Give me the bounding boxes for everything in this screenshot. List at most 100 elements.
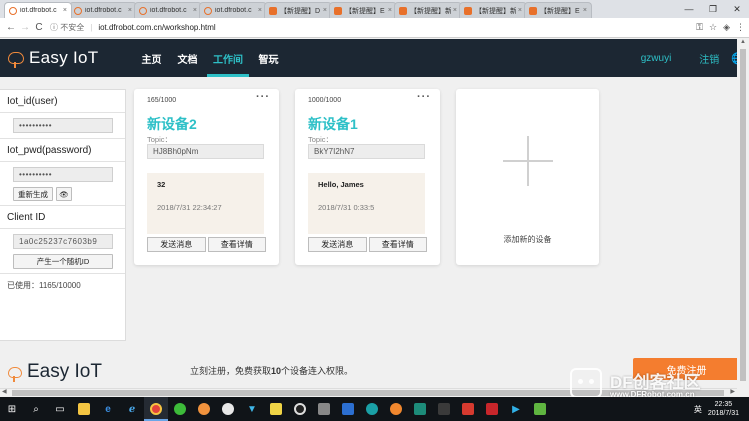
iot-id-section: Iot_id(user) •••••••••• (0, 90, 125, 139)
app-dark-icon[interactable] (432, 397, 456, 421)
minimize-icon[interactable]: — (677, 0, 701, 18)
nav-home[interactable]: 主页 (135, 39, 168, 77)
app-green-icon[interactable] (528, 397, 552, 421)
more-options-icon[interactable]: ··· (256, 91, 270, 103)
last-message-text: Hello, James (318, 180, 364, 189)
nav-smartplay[interactable]: 智玩 (252, 39, 285, 77)
app-gray-icon[interactable] (312, 397, 336, 421)
edge-icon[interactable]: e (96, 397, 120, 421)
send-message-button[interactable]: 发送消息 (147, 237, 206, 252)
windows-start-icon[interactable]: ⊞ (0, 397, 24, 421)
eye-icon[interactable]: 👁 (56, 187, 72, 201)
send-message-button[interactable]: 发送消息 (308, 237, 367, 252)
vertical-scroll-thumb[interactable] (740, 49, 746, 381)
browser-tab-3[interactable]: iot.dfrobot.c × (199, 2, 267, 18)
site-logo[interactable]: Easy IoT (8, 48, 123, 68)
dfrobot-icon (334, 6, 342, 15)
promo-text-post: 个设备连入权限。 (281, 366, 354, 376)
chrome-icon[interactable] (144, 397, 168, 421)
scroll-up-icon[interactable]: ▲ (740, 39, 746, 45)
view-details-button[interactable]: 查看详情 (207, 237, 266, 252)
menu-icon[interactable]: ⋮ (736, 22, 745, 33)
add-device-card[interactable]: 添加新的设备 (456, 89, 599, 265)
tab-close-icon[interactable]: × (128, 7, 132, 14)
last-message-time: 2018/7/31 22:34:27 (157, 203, 222, 212)
qq-icon[interactable] (288, 397, 312, 421)
tab-close-icon[interactable]: × (583, 7, 587, 14)
vertical-scrollbar[interactable]: ▲ (737, 39, 749, 397)
tab-close-icon[interactable]: × (63, 7, 67, 14)
app-fox-icon[interactable] (192, 397, 216, 421)
media-icon[interactable]: ▶ (504, 397, 528, 421)
app-red-icon[interactable] (480, 397, 504, 421)
ime-indicator[interactable]: 英 (694, 404, 702, 415)
browser-tab-5[interactable]: 【新提醒】E × (329, 2, 397, 18)
reload-icon[interactable]: C (32, 22, 46, 33)
tab-label: 【新提醒】E (540, 7, 580, 15)
extension-icon[interactable]: ◈ (723, 22, 730, 33)
browser-tab-2[interactable]: iot.dfrobot.c × (134, 2, 202, 18)
star-icon[interactable]: ☆ (709, 22, 717, 33)
tab-close-icon[interactable]: × (258, 7, 262, 14)
pwd-actions: 重新生成 👁 (13, 187, 118, 201)
view-details-button[interactable]: 查看详情 (368, 237, 427, 252)
client-id-section: Client ID 1a0c25237c7603b9 产生一个随机ID 已使用：… (0, 206, 125, 291)
tab-close-icon[interactable]: × (453, 7, 457, 14)
close-window-icon[interactable]: ✕ (725, 0, 749, 18)
regenerate-button[interactable]: 重新生成 (13, 187, 53, 201)
browser-tab-6[interactable]: 【新提醒】新 × (394, 2, 462, 18)
client-id-field[interactable]: 1a0c25237c7603b9 (13, 234, 113, 249)
last-message-time: 2018/7/31 0:33:5 (318, 203, 375, 212)
last-message-text: 32 (157, 180, 166, 189)
acrobat-icon[interactable] (456, 397, 480, 421)
iot-cloud-icon (204, 6, 212, 15)
window-controls: — ❐ ✕ (677, 0, 749, 18)
back-icon[interactable]: ← (4, 22, 18, 33)
file-explorer-icon[interactable] (72, 397, 96, 421)
app-arrow-icon[interactable]: ▼ (240, 397, 264, 421)
footer-logo[interactable]: Easy IoT (8, 361, 102, 383)
app-blue-icon[interactable] (336, 397, 360, 421)
clock[interactable]: 22:35 2018/7/31 (708, 400, 739, 418)
username-link[interactable]: gzwuyi (641, 53, 672, 64)
arduino-icon[interactable] (360, 397, 384, 421)
card-actions: 发送消息 查看详情 (308, 237, 427, 252)
browser-tab-7[interactable]: 【新提醒】新 × (459, 2, 527, 18)
topic-field[interactable]: HJ8Bh0pNm (147, 144, 264, 159)
task-view-icon[interactable]: ▭ (48, 397, 72, 421)
tab-label: iot.dfrobot.c (20, 7, 57, 14)
scroll-left-icon[interactable]: ◀ (2, 388, 7, 395)
browser-tab-4[interactable]: 【新提醒】D × (264, 2, 332, 18)
iot-pwd-field[interactable]: •••••••••• (13, 167, 113, 182)
app-panda-icon[interactable] (216, 397, 240, 421)
app-orange-icon[interactable] (384, 397, 408, 421)
logout-link[interactable]: 注销 (699, 51, 719, 66)
tab-close-icon[interactable]: × (193, 7, 197, 14)
promo-number: 10 (271, 366, 282, 376)
nav-docs[interactable]: 文档 (171, 39, 204, 77)
forward-icon[interactable]: → (18, 22, 32, 33)
topic-field[interactable]: BkY7I2hN7 (308, 144, 425, 159)
browser-tab-0[interactable]: iot.dfrobot.c × (4, 2, 72, 18)
url-input[interactable]: ⓘ 不安全 | iot.dfrobot.com.cn/workshop.html (50, 20, 692, 35)
app-yellow-icon[interactable] (264, 397, 288, 421)
tab-close-icon[interactable]: × (388, 7, 392, 14)
more-options-icon[interactable]: ··· (417, 91, 431, 103)
app-teal-icon[interactable] (408, 397, 432, 421)
maximize-icon[interactable]: ❐ (701, 0, 725, 18)
last-message-panel: 32 2018/7/31 22:34:27 (147, 173, 264, 234)
tab-close-icon[interactable]: × (518, 7, 522, 14)
iot-id-field[interactable]: •••••••••• (13, 118, 113, 133)
search-icon[interactable]: ⌕ (24, 397, 48, 421)
tab-close-icon[interactable]: × (323, 7, 327, 14)
key-icon[interactable]: ⚿ (696, 22, 703, 33)
browser-tab-1[interactable]: iot.dfrobot.c × (69, 2, 137, 18)
header-user-area: gzwuyi 注销 🌐 (641, 39, 749, 77)
wechat-icon[interactable] (168, 397, 192, 421)
device-name: 新设备2 (147, 116, 197, 132)
browser-tab-8[interactable]: 【新提醒】E × (524, 2, 592, 18)
nav-workshop[interactable]: 工作间 (207, 39, 249, 77)
ie-icon[interactable]: ℯ (120, 397, 144, 421)
random-id-button[interactable]: 产生一个随机ID (13, 254, 113, 269)
not-secure-label[interactable]: ⓘ 不安全 (50, 22, 84, 33)
